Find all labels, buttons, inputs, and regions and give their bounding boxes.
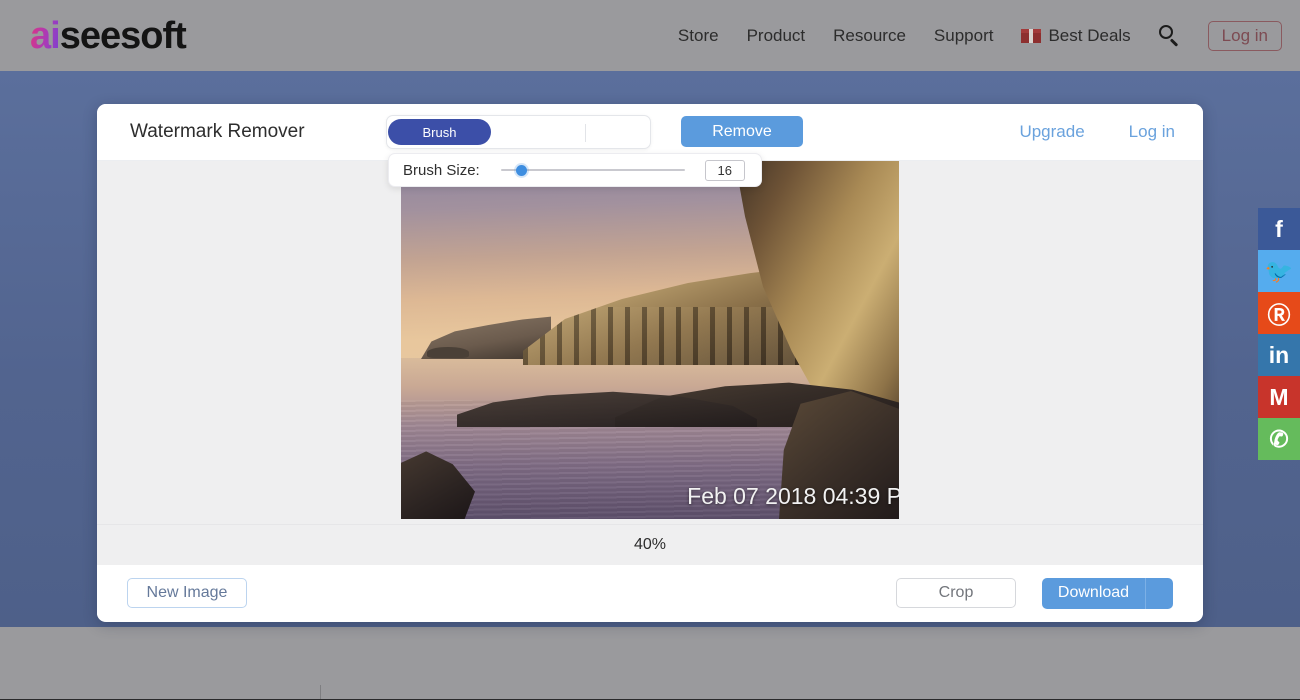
social-facebook-button[interactable]: f (1258, 208, 1300, 250)
linkedin-icon: in (1269, 342, 1289, 369)
app-toolbar: Watermark Remover Brush Remove Upgrade L… (97, 104, 1203, 160)
site-header: aiseesoft Store Product Resource Support… (0, 0, 1300, 71)
brush-size-panel: Brush Size: (388, 153, 762, 187)
page-root: aiseesoft Store Product Resource Support… (0, 0, 1300, 700)
brush-tool-button[interactable]: Brush (388, 119, 491, 145)
nav-item-store[interactable]: Store (678, 26, 719, 46)
site-login-button[interactable]: Log in (1208, 21, 1282, 51)
bottom-actions: Crop Download (896, 578, 1173, 609)
social-twitter-button[interactable]: 🐦 (1258, 250, 1300, 292)
crop-button[interactable]: Crop (896, 578, 1016, 608)
social-share-rail: f 🐦 Ⓡ in M ✆ (1258, 208, 1300, 460)
photo-watermark-text: Feb 07 2018 04:39 P (687, 483, 899, 510)
social-whatsapp-button[interactable]: ✆ (1258, 418, 1300, 460)
remove-button[interactable]: Remove (681, 116, 803, 147)
nav-item-best-deals[interactable]: Best Deals (1021, 26, 1130, 46)
brush-size-input[interactable] (705, 160, 745, 181)
zoom-level-label: 40% (634, 536, 666, 554)
app-bottom-bar: New Image Crop Download (97, 565, 1203, 621)
best-deals-label: Best Deals (1048, 26, 1130, 46)
main-navigation: Store Product Resource Support Best Deal… (678, 21, 1282, 51)
social-reddit-button[interactable]: Ⓡ (1258, 292, 1300, 334)
tool-group-divider (585, 124, 586, 142)
social-linkedin-button[interactable]: in (1258, 334, 1300, 376)
new-image-button[interactable]: New Image (127, 578, 247, 608)
site-logo[interactable]: aiseesoft (30, 17, 186, 55)
reddit-icon: Ⓡ (1268, 296, 1291, 330)
page-footer (0, 627, 1300, 700)
slider-knob[interactable] (516, 165, 527, 176)
brush-size-slider[interactable] (501, 163, 685, 177)
status-bar: 40% (97, 524, 1203, 565)
logo-rest-text: seesoft (60, 17, 186, 55)
edited-photo[interactable]: Feb 07 2018 04:39 P (401, 161, 899, 519)
nav-item-product[interactable]: Product (747, 26, 806, 46)
footer-divider (320, 685, 321, 700)
search-icon[interactable] (1159, 25, 1180, 46)
download-split-button[interactable]: Download (1042, 578, 1173, 609)
twitter-icon: 🐦 (1265, 258, 1294, 285)
watermark-remover-app: Watermark Remover Brush Remove Upgrade L… (97, 104, 1203, 622)
app-title: Watermark Remover (130, 121, 305, 143)
gift-icon (1021, 28, 1041, 43)
app-account-links: Upgrade Log in (1019, 104, 1175, 160)
photo-islet (427, 347, 469, 358)
brush-size-label: Brush Size: (403, 162, 480, 179)
facebook-icon: f (1275, 216, 1283, 243)
gmail-icon: M (1269, 384, 1288, 411)
image-canvas[interactable]: Feb 07 2018 04:39 P (97, 160, 1203, 524)
logo-ai-text: ai (30, 17, 60, 55)
whatsapp-icon: ✆ (1269, 426, 1288, 453)
app-login-link[interactable]: Log in (1129, 122, 1175, 142)
download-button[interactable]: Download (1042, 578, 1145, 609)
tool-group: Brush (386, 115, 651, 149)
social-gmail-button[interactable]: M (1258, 376, 1300, 418)
slider-track (501, 169, 685, 171)
upgrade-link[interactable]: Upgrade (1019, 122, 1084, 142)
download-dropdown-arrow-icon[interactable] (1145, 578, 1173, 609)
nav-item-support[interactable]: Support (934, 26, 994, 46)
nav-item-resource[interactable]: Resource (833, 26, 906, 46)
